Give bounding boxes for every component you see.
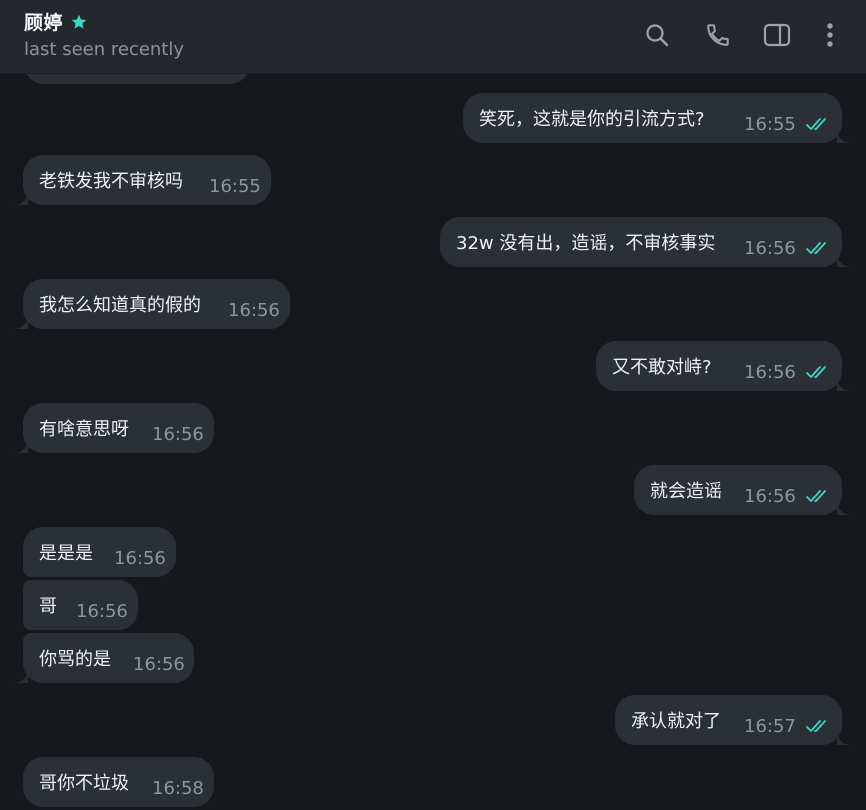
message-time: 16:56 bbox=[744, 238, 796, 259]
message-time: 16:56 bbox=[152, 424, 204, 445]
message-text: 32w 没有出，造谣，不审核事实 bbox=[456, 233, 716, 254]
message-bubble-incoming[interactable]: 是是是 16:56 bbox=[23, 527, 176, 577]
read-double-check-icon bbox=[806, 242, 826, 254]
message-time: 16:57 bbox=[744, 716, 796, 737]
message-bubble-incoming[interactable]: 我怎么知道真的假的 16:56 bbox=[14, 279, 290, 329]
message-text: 我怎么知道真的假的 bbox=[39, 295, 201, 316]
bubble-tail bbox=[14, 191, 28, 205]
bubble-tail bbox=[837, 731, 851, 745]
message-time: 16:55 bbox=[209, 176, 261, 197]
message-time: 16:56 bbox=[744, 486, 796, 507]
message-text: 是是是 bbox=[39, 543, 93, 564]
message-text: 你骂的是 bbox=[39, 649, 111, 670]
message-text: 有啥意思呀 bbox=[39, 419, 129, 440]
message-text: 哥你不垃圾 bbox=[39, 773, 129, 794]
bubble-tail bbox=[837, 377, 851, 391]
message-text: 又不敢对峙? bbox=[612, 357, 712, 378]
message-bubble-outgoing[interactable]: 32w 没有出，造谣，不审核事实 16:56 bbox=[440, 217, 851, 267]
phone-icon[interactable] bbox=[703, 20, 733, 50]
bubble-tail bbox=[14, 315, 28, 329]
last-seen-status: last seen recently bbox=[24, 39, 185, 60]
more-vertical-icon[interactable] bbox=[815, 20, 845, 50]
message-text: 承认就对了 bbox=[631, 711, 721, 732]
message-bubble-outgoing[interactable]: 承认就对了 16:57 bbox=[615, 695, 851, 745]
message-time: 16:55 bbox=[744, 114, 796, 135]
read-double-check-icon bbox=[806, 720, 826, 732]
message-bubble-incoming[interactable]: 哥你不垃圾 16:58 bbox=[23, 757, 214, 807]
message-bubble-outgoing[interactable]: 又不敢对峙? 16:56 bbox=[596, 341, 851, 391]
message-time: 16:56 bbox=[744, 362, 796, 383]
message-time: 16:58 bbox=[152, 778, 204, 799]
bubble-tail bbox=[837, 253, 851, 267]
message-text: 笑死，这就是你的引流方式? bbox=[479, 109, 705, 130]
message-bubble-incoming[interactable]: 老铁发我不审核吗 16:55 bbox=[14, 155, 271, 205]
message-time: 16:56 bbox=[76, 601, 128, 622]
message-list[interactable]: 笑死，这就是你的引流方式? 16:55 老铁发我不审核吗 16:55 32w 没… bbox=[0, 74, 866, 810]
read-double-check-icon bbox=[806, 118, 826, 130]
message-bubble-incoming[interactable]: 哥 16:56 bbox=[23, 580, 138, 630]
message-time: 16:56 bbox=[114, 548, 166, 569]
message-bubble-incoming[interactable]: 你骂的是 16:56 bbox=[14, 633, 194, 683]
message-time: 16:56 bbox=[133, 654, 185, 675]
chat-header: 顾婷 last seen recently bbox=[0, 0, 866, 74]
read-double-check-icon bbox=[806, 366, 826, 378]
message-time: 16:56 bbox=[228, 300, 280, 321]
message-bubble-incoming[interactable]: 有啥意思呀 16:56 bbox=[14, 403, 214, 453]
sidebar-toggle-icon[interactable] bbox=[762, 20, 792, 50]
search-icon[interactable] bbox=[642, 20, 672, 50]
message-bubble-outgoing[interactable]: 就会造谣 16:56 bbox=[634, 465, 851, 515]
contact-name[interactable]: 顾婷 bbox=[24, 8, 63, 35]
bubble-tail bbox=[837, 129, 851, 143]
message-bubble-outgoing[interactable]: 笑死，这就是你的引流方式? 16:55 bbox=[463, 93, 851, 143]
message-text: 老铁发我不审核吗 bbox=[39, 171, 183, 192]
message-bubble-partial[interactable] bbox=[24, 74, 250, 84]
contact-title[interactable]: 顾婷 bbox=[24, 8, 88, 35]
bubble-tail bbox=[14, 439, 28, 453]
bubble-tail bbox=[837, 501, 851, 515]
star-icon bbox=[71, 14, 87, 28]
read-double-check-icon bbox=[806, 490, 826, 502]
message-text: 就会造谣 bbox=[650, 481, 722, 502]
bubble-tail bbox=[14, 669, 28, 683]
message-text: 哥 bbox=[39, 596, 57, 617]
